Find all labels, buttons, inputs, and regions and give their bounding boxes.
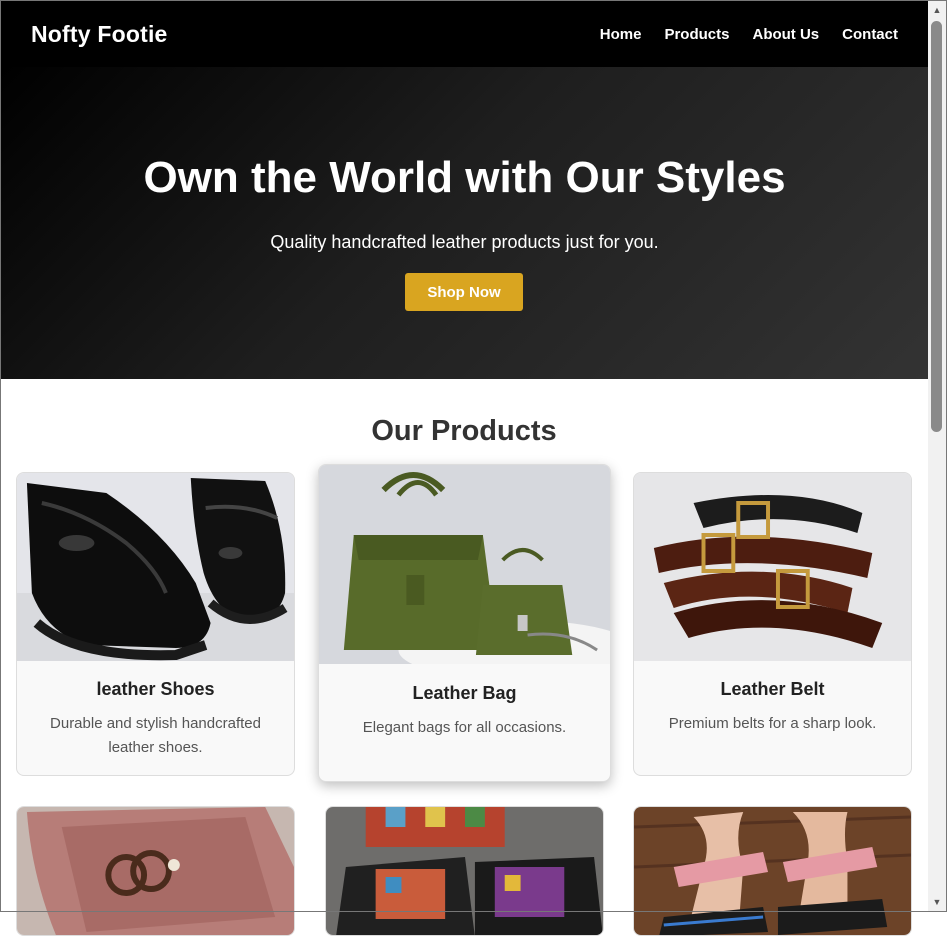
hero-banner: Own the World with Our Styles Quality ha… [1,67,928,379]
product-image-strap-sandals [634,807,911,935]
scroll-down-arrow-icon[interactable]: ▼ [928,893,946,911]
product-image-bag [319,465,610,664]
nav-link-home[interactable]: Home [600,26,642,43]
scroll-up-arrow-icon[interactable]: ▲ [928,1,946,19]
vertical-scrollbar[interactable]: ▲ ▼ [928,1,946,911]
product-description: Durable and stylish handcrafted leather … [50,715,261,756]
scrollbar-thumb[interactable] [931,21,942,432]
product-card-bag[interactable]: Leather Bag Elegant bags for all occasio… [318,464,611,782]
shop-now-button[interactable]: Shop Now [405,273,523,311]
nav-link-products[interactable]: Products [664,26,729,43]
product-title: leather Shoes [96,679,215,699]
product-description: Premium belts for a sharp look. [668,715,877,732]
hero-subtitle: Quality handcrafted leather products jus… [270,232,659,252]
product-card-sandal[interactable] [16,806,295,936]
product-image-shoes [17,473,294,661]
product-title: Leather Belt [720,679,825,699]
product-image-sandal [17,807,294,935]
product-title: Leather Bag [412,683,517,703]
navbar: Nofty Footie Home Products About Us Cont… [1,1,928,67]
products-section-title: Our Products [371,415,557,447]
nav-menu: Home Products About Us Contact [577,26,898,43]
product-image-belt [634,473,911,661]
product-description: Elegant bags for all occasions. [362,719,567,736]
product-card-patchwork[interactable] [325,806,604,936]
product-card-shoes[interactable]: leather Shoes Durable and stylish handcr… [16,472,295,776]
brand-logo[interactable]: Nofty Footie [31,21,168,48]
nav-link-about-us[interactable]: About Us [752,26,819,43]
hero-title: Own the World with Our Styles [143,153,786,202]
product-image-patchwork [326,807,603,935]
product-card-belt[interactable]: Leather Belt Premium belts for a sharp l… [633,472,912,776]
nav-link-contact[interactable]: Contact [842,26,898,43]
product-card-strap-sandals[interactable] [633,806,912,936]
